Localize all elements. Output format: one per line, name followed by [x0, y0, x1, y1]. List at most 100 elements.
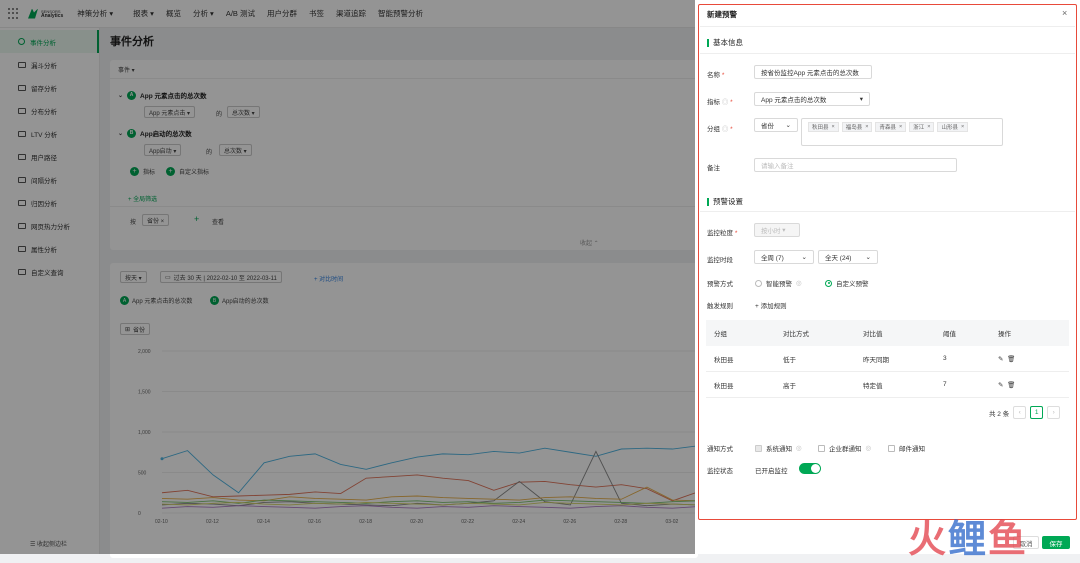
notify-group-checkbox[interactable]: 企业群通知 ◎ [818, 443, 871, 453]
nav-user-segment[interactable]: 用户分群 [259, 8, 305, 19]
add-custom-metric-button[interactable]: + 自定义指标 [166, 167, 209, 176]
group-tag[interactable]: 山形县 × [937, 122, 969, 132]
group-by-province-tag[interactable]: 省份 × [142, 214, 170, 226]
help-icon[interactable]: ◎ [722, 126, 729, 133]
notify-label: 通知方式 [707, 446, 733, 453]
period-week-select[interactable]: 全周 (7) ⌄ [754, 250, 814, 264]
method-custom-radio[interactable]: 自定义预警 [825, 278, 869, 288]
sidebar-item-label: 留存分析 [31, 85, 57, 93]
notify-system-label: 系统通知 [766, 446, 792, 453]
sidebar-item-user-path[interactable]: 用户路径 [0, 145, 99, 168]
sidebar-item-distribution[interactable]: 分布分析 [0, 99, 99, 122]
notify-mail-checkbox[interactable]: 邮件通知 [888, 443, 925, 453]
help-icon[interactable]: ◎ [796, 279, 802, 287]
granularity-select[interactable]: 按小时 ▾ [754, 223, 800, 237]
page-number[interactable]: 1 [1030, 406, 1044, 419]
group-tag[interactable]: 秋田县 × [808, 122, 839, 132]
monitor-toggle[interactable] [799, 463, 821, 474]
nav-smart-alert[interactable]: 智能预警分析 [370, 8, 431, 19]
chart-group-selector[interactable]: ⊞ 省份 [120, 323, 151, 335]
data-point[interactable] [160, 457, 164, 461]
sidebar-item-property[interactable]: 属性分析 [0, 237, 99, 260]
chevron-down-icon[interactable]: ⌄ [118, 130, 123, 137]
method-smart-radio[interactable]: 智能预警 ◎ [755, 278, 802, 288]
group-tag[interactable]: 福岛县 × [841, 122, 873, 132]
collapse-sidebar-button[interactable]: ☰ 收起侧边栏 [30, 539, 67, 548]
prev-page-button[interactable]: ‹ [1013, 406, 1027, 419]
sidebar-item-interval[interactable]: 间隔分析 [0, 168, 99, 191]
sidebar-item-label: 归因分析 [31, 200, 57, 208]
series-line[interactable] [161, 445, 698, 494]
legend-a[interactable]: A App 元素点击的总次数 [120, 296, 192, 305]
collapse-panel-button[interactable]: 收起 ⌃ [580, 238, 599, 247]
series-line[interactable] [161, 505, 698, 509]
metric-b-event-select[interactable]: App启动 ▾ [144, 144, 182, 156]
help-icon[interactable]: ◎ [866, 444, 872, 452]
sidebar-item-custom-query[interactable]: 自定义查询 [0, 260, 99, 283]
help-icon[interactable]: ◎ [722, 99, 729, 106]
note-label: 备注 [707, 165, 720, 172]
compare-time-button[interactable]: + 对比时间 [314, 274, 343, 283]
x-tick-label: 03-02 [665, 519, 678, 525]
project-switcher[interactable]: 神策分析 ▾ [69, 8, 121, 19]
sidebar-item-ltv[interactable]: LTV 分析 [0, 122, 99, 145]
date-range-picker[interactable]: ▭ 过去 30 天 | 2022-02-10 至 2022-03-11 [160, 271, 282, 283]
series-line[interactable] [161, 486, 698, 502]
legend-b[interactable]: B App启动的总次数 [210, 296, 269, 305]
method-custom-label: 自定义预警 [836, 281, 869, 288]
nav-reports[interactable]: 报表 ▾ [125, 8, 162, 19]
add-rule-button[interactable]: + 添加规则 [755, 300, 787, 310]
group-field-select[interactable]: 省份 ⌄ [754, 118, 798, 132]
edit-icon[interactable]: ✎ [998, 382, 1003, 389]
chevron-down-icon[interactable]: ⌄ [118, 92, 123, 99]
help-icon[interactable]: ◎ [796, 444, 802, 452]
edit-icon[interactable]: ✎ [998, 356, 1003, 363]
nav-channel-tracking[interactable]: 渠道追踪 [328, 8, 374, 19]
sidebar-item-retention[interactable]: 留存分析 [0, 76, 99, 99]
next-page-button[interactable]: › [1047, 406, 1061, 419]
nav-ab-test[interactable]: A/B 测试 [218, 8, 263, 19]
group-tag[interactable]: 浙江 × [909, 122, 935, 132]
view-button[interactable]: 查看 [212, 217, 224, 226]
x-tick-label: 02-18 [359, 519, 372, 525]
legend-a-label: App 元素点击的总次数 [132, 299, 193, 305]
name-field[interactable]: 按省份监控App 元素点击的总次数 [754, 65, 872, 79]
x-tick-label: 02-14 [257, 519, 270, 525]
note-field[interactable]: 请输入备注 [754, 158, 957, 172]
notify-system-checkbox[interactable]: 系统通知 ◎ [755, 443, 802, 453]
group-tag[interactable]: 青森县 × [875, 122, 907, 132]
total-count: 共 2 条 [989, 410, 1010, 418]
page-title: 事件分析 [110, 36, 154, 48]
sidebar-item-funnel[interactable]: 漏斗分析 [0, 53, 99, 76]
series-line[interactable] [161, 450, 698, 507]
x-tick-label: 02-12 [206, 519, 219, 525]
metric-select[interactable]: App 元素点击的总次数 ▾ [754, 92, 870, 106]
global-filter-button[interactable]: + 全局筛选 [128, 194, 157, 203]
y-tick-label: 2,000 [138, 349, 151, 355]
metric-label-text: 指标 [707, 99, 720, 106]
chart-card: 按天 ▾ ▭ 过去 30 天 | 2022-02-10 至 2022-03-11 … [110, 263, 698, 558]
group-values-select[interactable]: 秋田县 × 福岛县 × 青森县 × 浙江 × 山形县 × [801, 118, 1003, 146]
group-tag-label: 福岛县 [845, 125, 863, 131]
legend-b-label: App启动的总次数 [222, 299, 269, 305]
sidebar-item-event-analysis[interactable]: 事件分析 [0, 30, 99, 53]
delete-icon[interactable]: 🗑 [1007, 356, 1015, 363]
granularity-select[interactable]: 按天 ▾ [120, 271, 147, 283]
metric-a-agg-select[interactable]: 总次数 ▾ [227, 106, 260, 118]
method-smart-label: 智能预警 [766, 281, 792, 288]
add-metric-button[interactable]: + 指标 [130, 167, 155, 176]
legend-b-badge: B [210, 296, 219, 305]
close-icon[interactable]: × [1062, 8, 1067, 18]
sidebar-item-label: 漏斗分析 [31, 62, 57, 70]
period-day-select[interactable]: 全天 (24) ⌄ [818, 250, 878, 264]
metric-a-event-select[interactable]: App 元素点击 ▾ [144, 106, 196, 118]
metric-b-agg-select[interactable]: 总次数 ▾ [219, 144, 252, 156]
delete-icon[interactable]: 🗑 [1007, 382, 1015, 389]
event-type-select[interactable]: 事件 ▾ [118, 65, 135, 74]
sidebar-item-heatmap[interactable]: 网页热力分析 [0, 214, 99, 237]
nav-analysis[interactable]: 分析 ▾ [185, 8, 222, 19]
save-button[interactable]: 保存 [1042, 536, 1070, 549]
sidebar-item-attribution[interactable]: 归因分析 [0, 191, 99, 214]
app-grid-icon[interactable] [8, 7, 20, 20]
add-group-icon[interactable]: + [194, 214, 199, 224]
